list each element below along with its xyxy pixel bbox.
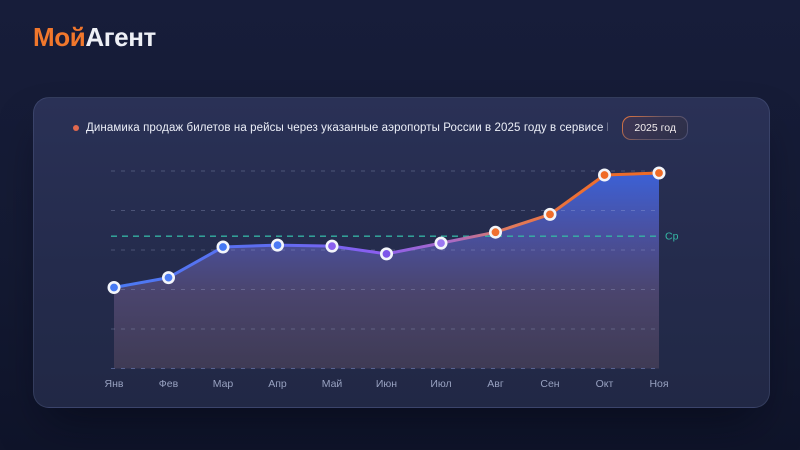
- x-axis-label-0: Янв: [105, 378, 124, 390]
- data-point-5[interactable]: [381, 249, 391, 259]
- x-axis-label-9: Окт: [596, 378, 614, 390]
- area-fill: [114, 173, 659, 369]
- data-point-7[interactable]: [490, 227, 500, 237]
- average-line-label: Ср: [665, 231, 679, 243]
- top-bar: МойАгент: [33, 22, 156, 53]
- x-axis-label-7: Авг: [487, 378, 504, 390]
- data-point-1[interactable]: [163, 272, 173, 282]
- x-axis-label-4: Май: [322, 378, 343, 390]
- x-axis-label-2: Мар: [213, 378, 234, 390]
- logo-part-primary: Мой: [33, 22, 85, 52]
- data-point-9[interactable]: [599, 170, 609, 180]
- app-logo: МойАгент: [33, 22, 156, 53]
- data-point-8[interactable]: [545, 209, 555, 219]
- data-point-0[interactable]: [109, 282, 119, 292]
- chart-card-header: Динамика продаж билетов на рейсы через у…: [73, 115, 688, 141]
- data-point-6[interactable]: [436, 238, 446, 248]
- x-axis-label-10: Ноя: [649, 378, 668, 390]
- chart-card: Ср Янв Фев Мар Апр Май Июн Июл Авг Сен Окт Ноя Дина…: [33, 97, 770, 408]
- legend-series-dot: [73, 125, 79, 131]
- x-axis-label-3: Апр: [268, 378, 287, 390]
- year-badge[interactable]: 2025 год: [622, 116, 688, 140]
- x-axis-label-6: Июл: [430, 378, 451, 390]
- x-axis-label-8: Сен: [540, 378, 559, 390]
- data-point-3[interactable]: [272, 240, 282, 250]
- chart-title: Динамика продаж билетов на рейсы через у…: [86, 122, 608, 134]
- year-badge-label: 2025 год: [623, 117, 687, 139]
- data-point-10[interactable]: [654, 168, 664, 178]
- logo-part-secondary: Агент: [85, 22, 156, 52]
- x-axis-label-1: Фев: [159, 378, 179, 390]
- x-axis-label-5: Июн: [376, 378, 397, 390]
- data-point-4[interactable]: [327, 241, 337, 251]
- data-point-2[interactable]: [218, 242, 228, 252]
- ticket-sales-chart[interactable]: Ср Янв Фев Мар Апр Май Июн Июл Авг Сен Окт Ноя: [34, 98, 771, 409]
